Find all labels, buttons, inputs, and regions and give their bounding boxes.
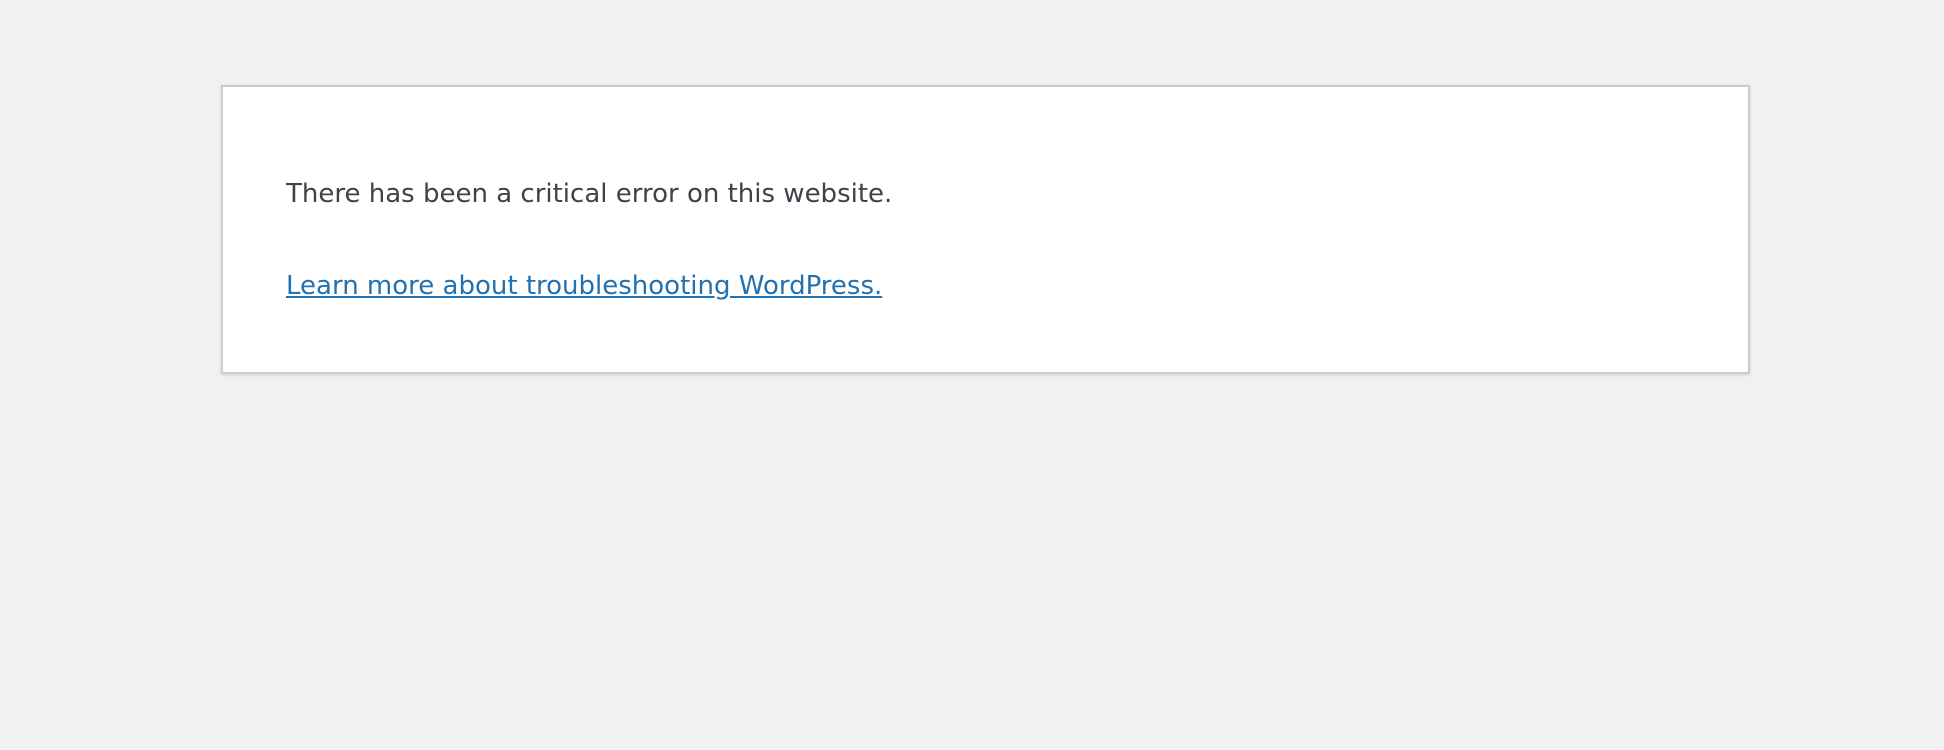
troubleshooting-link[interactable]: Learn more about troubleshooting WordPre… [286, 266, 882, 308]
error-message: There has been a critical error on this … [286, 179, 893, 209]
error-panel: There has been a critical error on this … [221, 85, 1750, 374]
